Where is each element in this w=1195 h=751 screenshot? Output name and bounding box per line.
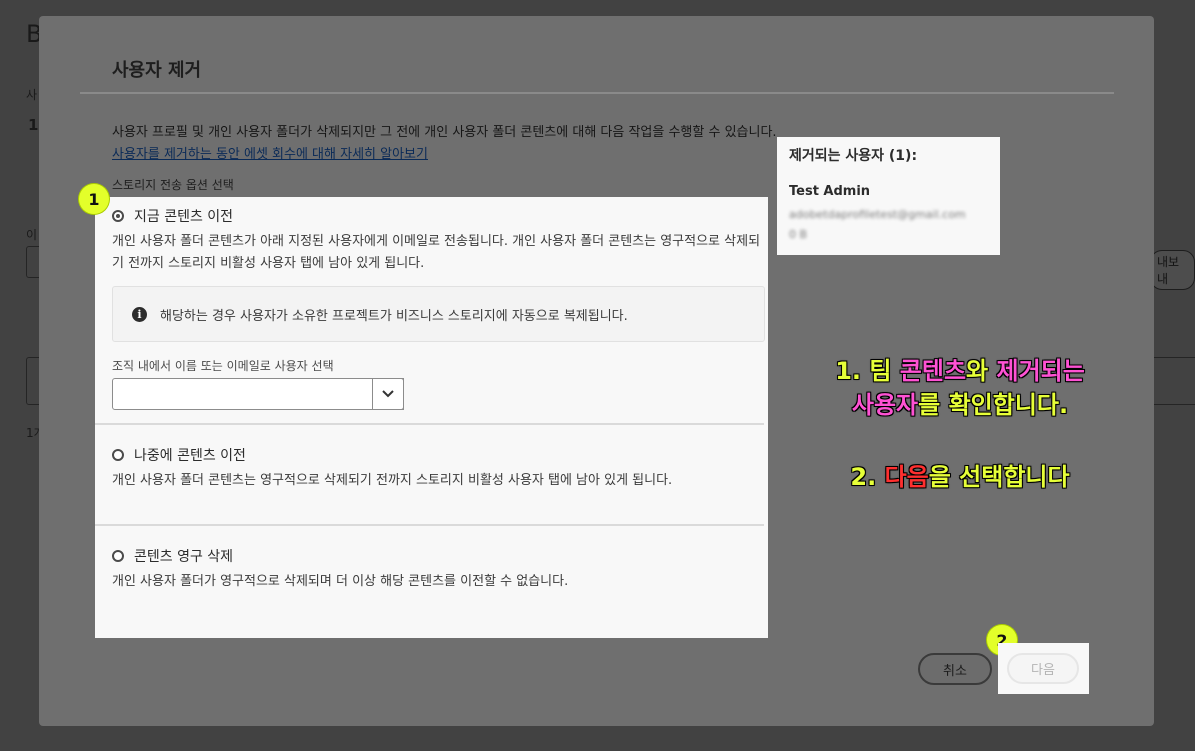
info-text: 해당하는 경우 사용자가 소유한 프로젝트가 비즈니스 스토리지에 자동으로 복…: [160, 308, 628, 324]
removed-user-email-text: adobetdaprofiletest@gmail.com: [789, 208, 966, 221]
user-select-dropdown-button[interactable]: [372, 378, 404, 410]
annotation-highlight: 사용자: [851, 391, 919, 420]
option-description: 개인 사용자 폴더가 영구적으로 삭제되며 더 이상 해당 콘텐츠를 이전할 수…: [112, 574, 569, 589]
annotation-highlight: 콘텐츠: [899, 357, 967, 386]
info-notice: i 해당하는 경우 사용자가 소유한 프로젝트가 비즈니스 스토리지에 자동으로…: [112, 286, 765, 342]
option-divider: [95, 423, 764, 425]
radio-transfer-later[interactable]: [112, 449, 124, 461]
annotation-line-1: 1. 팀 콘텐츠와 제거되는: [800, 354, 1120, 388]
user-select-input[interactable]: [112, 378, 404, 410]
removed-users-title: 제거되는 사용자 (1):: [789, 148, 918, 164]
intro-body: 사용자 프로필 및 개인 사용자 폴더가 삭제되지만 그 전에 개인 사용자 폴…: [112, 125, 777, 140]
annotation-highlight: 다음: [884, 463, 929, 492]
dialog-title: 사용자 제거: [112, 60, 202, 81]
option-description: 개인 사용자 폴더 콘텐츠는 영구적으로 삭제되기 전까지 스토리지 비활성 사…: [112, 473, 673, 488]
radio-delete-permanently[interactable]: [112, 550, 124, 562]
step-badge-1: 1: [79, 184, 109, 214]
annotation-step-1: 1. 팀 콘텐츠와 제거되는 사용자를 확인합니다.: [800, 354, 1120, 422]
removed-user-email: adobetdaprofiletest@gmail.com 0 B: [789, 205, 966, 245]
annotation-text: 와: [966, 357, 997, 386]
info-icon: i: [132, 306, 147, 322]
annotation-step-2: 2. 다음을 선택합니다: [800, 460, 1120, 494]
annotation-text: 를 확인합니다.: [918, 391, 1069, 420]
option-delete-permanently[interactable]: 콘텐츠 영구 삭제: [112, 546, 233, 566]
next-button-highlight: 다음: [998, 643, 1089, 694]
option-divider: [95, 524, 764, 526]
radio-transfer-now[interactable]: [112, 210, 124, 222]
storage-option-label: 스토리지 전송 옵션 선택: [112, 178, 234, 192]
annotation-highlight: 제거되는: [996, 357, 1085, 386]
removed-user-name: Test Admin: [789, 184, 871, 199]
option-transfer-later[interactable]: 나중에 콘텐츠 이전: [112, 445, 246, 465]
removed-user-size: 0 B: [789, 228, 808, 241]
annotation-text: 을 선택합니다: [928, 463, 1070, 492]
transfer-options-panel: 지금 콘텐츠 이전 개인 사용자 폴더 콘텐츠가 아래 지정된 사용자에게 이메…: [95, 197, 768, 638]
chevron-down-icon: [382, 390, 394, 398]
option-label: 나중에 콘텐츠 이전: [134, 448, 246, 464]
intro-text: 사용자 프로필 및 개인 사용자 폴더가 삭제되지만 그 전에 개인 사용자 폴…: [112, 122, 782, 166]
annotation-line-2: 사용자를 확인합니다.: [800, 388, 1120, 422]
cancel-button[interactable]: 취소: [918, 653, 992, 685]
removed-users-panel: 제거되는 사용자 (1): Test Admin adobetdaprofile…: [777, 137, 1000, 255]
learn-more-link[interactable]: 사용자를 제거하는 동안 에셋 회수에 대해 자세히 알아보기: [112, 147, 428, 162]
annotation-text: 2.: [850, 463, 885, 492]
next-button[interactable]: 다음: [1007, 653, 1079, 684]
option-label: 지금 콘텐츠 이전: [134, 209, 234, 225]
option-label: 콘텐츠 영구 삭제: [134, 549, 234, 565]
option-transfer-now[interactable]: 지금 콘텐츠 이전: [112, 206, 233, 226]
option-description: 개인 사용자 폴더 콘텐츠가 아래 지정된 사용자에게 이메일로 전송됩니다. …: [112, 234, 761, 271]
annotation-text: 1. 팀: [835, 357, 900, 386]
user-select-label: 조직 내에서 이름 또는 이메일로 사용자 선택: [112, 359, 334, 373]
title-divider: [80, 92, 1114, 94]
